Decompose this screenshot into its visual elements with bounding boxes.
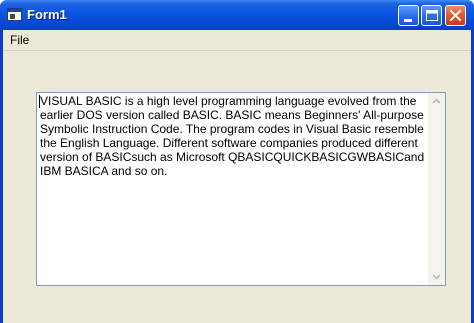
maximize-button[interactable] [421,5,442,26]
maximize-icon [426,10,438,21]
menu-bar: File [3,30,471,51]
vertical-scrollbar[interactable] [428,93,445,285]
window-title: Form1 [27,7,67,22]
minimize-icon [404,19,412,22]
minimize-button[interactable] [398,5,419,26]
scroll-up-button[interactable] [428,93,445,110]
text-box-content[interactable]: VISUAL BASIC is a high level programming… [40,94,425,178]
form1-window: Form1 File VISUAL BASIC is a high level … [0,0,474,323]
menu-item-file[interactable]: File [8,33,31,47]
close-button[interactable] [445,5,466,26]
scroll-down-icon [432,274,441,280]
form-client-area: File VISUAL BASIC is a high level progra… [3,30,471,323]
app-icon[interactable] [7,8,22,21]
scroll-up-icon [432,98,441,104]
close-icon [449,9,462,22]
scroll-down-button[interactable] [428,268,445,285]
text-box[interactable]: VISUAL BASIC is a high level programming… [36,92,446,286]
title-bar[interactable]: Form1 [0,0,474,30]
